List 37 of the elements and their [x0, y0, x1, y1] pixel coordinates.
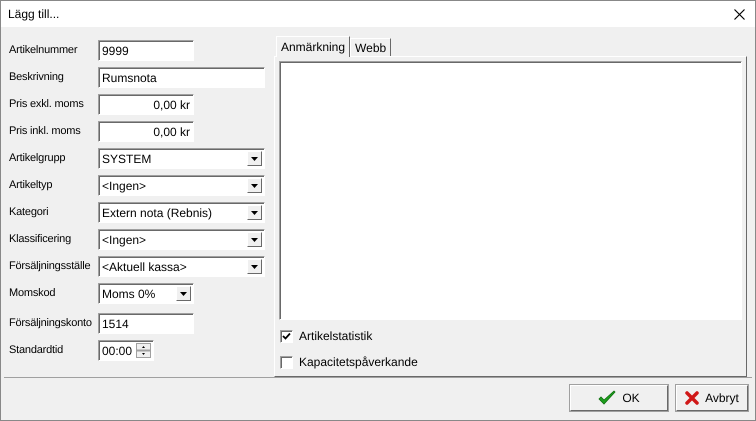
time-spinner[interactable]: 00:00: [98, 340, 154, 361]
checkbox[interactable]: [280, 356, 293, 368]
field-label: Standardtid: [9, 343, 64, 358]
tab[interactable]: Anmärkning: [276, 36, 350, 57]
tab[interactable]: Webb: [350, 38, 392, 56]
close-icon[interactable]: [734, 8, 745, 20]
input-field[interactable]: 1514: [98, 313, 194, 334]
field-label: Pris exkl. moms: [9, 97, 85, 112]
checkbox[interactable]: [280, 330, 293, 342]
dropdown[interactable]: <Ingen>: [98, 175, 265, 196]
window-title: Lägg till...: [8, 6, 60, 23]
field-label: Artikelnummer: [9, 43, 78, 58]
field-label: Försäljningsställe: [9, 259, 92, 274]
field-label: Momskod: [9, 286, 56, 302]
input-field[interactable]: 9999: [98, 40, 194, 61]
input-field[interactable]: 0,00 kr: [98, 94, 194, 115]
field-label: Försäljningskonto: [9, 316, 93, 332]
checkbox-label: Kapacitetspåverkande: [299, 354, 418, 371]
checkbox-label: Artikelstatistik: [299, 328, 372, 345]
field-label: Beskrivning: [9, 70, 65, 86]
cross-icon: [685, 390, 700, 404]
input-field[interactable]: Rumsnota: [98, 67, 265, 88]
field-label: Kategori: [9, 205, 50, 220]
dropdown[interactable]: SYSTEM: [98, 148, 265, 169]
dropdown[interactable]: Extern nota (Rebnis): [98, 202, 265, 223]
field-label: Pris inkl. moms: [9, 124, 82, 140]
dropdown[interactable]: <Ingen>: [98, 229, 265, 250]
checkmark-icon: [598, 390, 616, 406]
field-label: Klassificering: [9, 232, 72, 248]
field-label: Artikeltyp: [9, 178, 54, 194]
cancel-button[interactable]: Avbryt: [676, 384, 748, 410]
input-field[interactable]: 0,00 kr: [98, 121, 194, 142]
ok-button[interactable]: OK: [570, 384, 668, 410]
dropdown[interactable]: Moms 0%: [98, 283, 194, 304]
dropdown[interactable]: <Aktuell kassa>: [98, 256, 265, 277]
field-label: Artikelgrupp: [9, 151, 66, 166]
spinner-arrows-icon[interactable]: [136, 343, 151, 358]
